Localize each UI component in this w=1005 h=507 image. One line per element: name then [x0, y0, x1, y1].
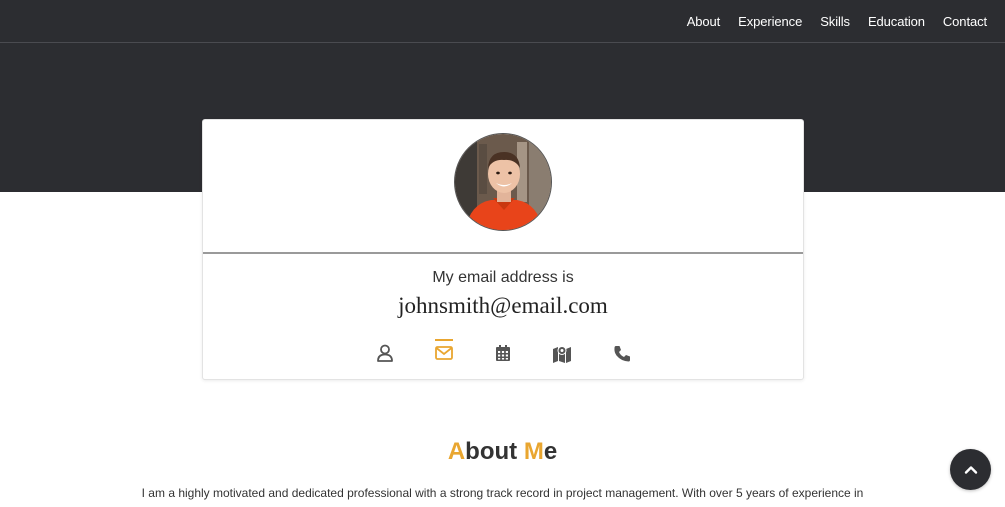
profile-card: My email address is johnsmith@email.com — [202, 119, 804, 380]
profile-value: johnsmith@email.com — [398, 293, 608, 318]
nav-education[interactable]: Education — [868, 14, 925, 29]
chevron-up-icon — [964, 465, 977, 474]
scroll-top-button[interactable] — [950, 449, 991, 490]
nav-experience[interactable]: Experience — [738, 14, 802, 29]
nav-about[interactable]: About — [687, 14, 721, 29]
calendar-icon[interactable] — [492, 339, 514, 363]
user-icon[interactable] — [374, 339, 396, 363]
email-icon[interactable] — [433, 339, 455, 363]
map-icon[interactable] — [551, 339, 573, 363]
about-title: About Me — [0, 438, 1005, 466]
avatar — [454, 133, 552, 231]
top-navbar: About Experience Skills Education Contac… — [0, 0, 1005, 43]
about-title-accent-a: A — [447, 438, 466, 465]
phone-icon[interactable] — [611, 339, 633, 363]
profile-label: My email address is — [432, 269, 574, 286]
nav-skills[interactable]: Skills — [820, 14, 850, 29]
about-title-part1: bout — [465, 438, 524, 465]
about-text: I am a highly motivated and dedicated pr… — [141, 486, 864, 500]
about-title-accent-m: M — [523, 438, 544, 465]
nav-contact[interactable]: Contact — [943, 14, 987, 29]
profile-card-header — [203, 120, 803, 254]
about-title-part2: e — [543, 438, 558, 465]
profile-icon-bar — [203, 339, 803, 369]
